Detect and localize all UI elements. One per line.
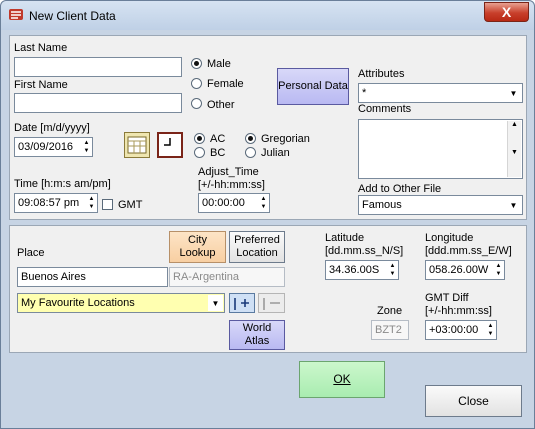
- gmt-diff-format-label: [+/-hh:mm:ss]: [425, 305, 492, 317]
- window-title: New Client Data: [29, 9, 116, 23]
- personal-data-button[interactable]: Personal Data: [277, 68, 349, 105]
- attributes-select[interactable]: * ▼: [358, 83, 523, 103]
- era-bc-label: BC: [210, 147, 226, 159]
- longitude-value: 058.26.00W: [429, 264, 489, 276]
- date-value: 03/09/2016: [18, 141, 74, 153]
- clock-icon[interactable]: [157, 132, 183, 158]
- chevron-down-icon[interactable]: ▼: [506, 197, 521, 213]
- longitude-label: Longitude: [425, 232, 474, 244]
- remove-favourite-icon[interactable]: [258, 293, 285, 313]
- first-name-input[interactable]: [14, 93, 182, 113]
- zone-label: Zone: [377, 305, 403, 317]
- gmt-label: GMT: [118, 199, 143, 211]
- region-input[interactable]: RA-Argentina: [169, 267, 285, 287]
- add-to-file-value: Famous: [362, 199, 402, 211]
- comments-scrollbar[interactable]: ▲ ▼: [507, 121, 521, 177]
- adjust-time-value: 00:00:00: [202, 197, 245, 209]
- last-name-label: Last Name: [14, 42, 68, 54]
- time-input[interactable]: 09:08:57 pm ▲ ▼: [14, 193, 98, 213]
- time-spinner-icon[interactable]: ▲ ▼: [87, 195, 96, 211]
- place-label: Place: [17, 247, 45, 259]
- preferred-location-button[interactable]: Preferred Location: [229, 231, 285, 263]
- gmt-diff-label: GMT Diff: [425, 292, 469, 304]
- longitude-format-label: [ddd.mm.ss_E/W]: [425, 245, 512, 257]
- city-lookup-button[interactable]: City Lookup: [169, 231, 226, 263]
- gender-male-label: Male: [207, 58, 231, 70]
- gender-other-label: Other: [207, 99, 235, 111]
- add-favourite-icon[interactable]: [229, 293, 255, 313]
- latitude-spinner-icon[interactable]: ▲ ▼: [388, 262, 397, 278]
- window-close-button[interactable]: X: [484, 2, 529, 22]
- attributes-label: Attributes: [358, 68, 405, 80]
- add-to-file-select[interactable]: Famous ▼: [358, 195, 523, 215]
- close-button[interactable]: Close: [425, 385, 522, 417]
- comments-textarea[interactable]: ▲ ▼: [358, 119, 523, 179]
- calendar-julian-label: Julian: [261, 147, 290, 159]
- adjust-time-format-label: [+/-hh:mm:ss]: [198, 179, 265, 191]
- world-atlas-button[interactable]: World Atlas: [229, 320, 285, 350]
- adjust-time-label: Adjust_Time: [198, 166, 259, 178]
- gmt-diff-input[interactable]: +03:00:00 ▲ ▼: [425, 320, 497, 340]
- ok-button[interactable]: OK: [299, 361, 385, 398]
- latitude-label: Latitude: [325, 232, 365, 244]
- time-value: 09:08:57 pm: [18, 197, 80, 209]
- gmt-checkbox[interactable]: [102, 199, 113, 210]
- latitude-format-label: [dd.mm.ss_N/S]: [325, 245, 404, 257]
- longitude-spinner-icon[interactable]: ▲ ▼: [494, 262, 503, 278]
- gmt-diff-value: +03:00:00: [429, 324, 479, 336]
- attributes-value: *: [362, 87, 367, 99]
- adjust-time-input[interactable]: 00:00:00 ▲ ▼: [198, 193, 270, 213]
- adjust-time-spinner-icon[interactable]: ▲ ▼: [259, 195, 268, 211]
- latitude-value: 34.36.00S: [329, 264, 380, 276]
- favourites-select[interactable]: My Favourite Locations ▼: [17, 293, 225, 313]
- gender-female-label: Female: [207, 78, 244, 90]
- last-name-input[interactable]: [14, 57, 182, 77]
- calendar-julian-radio[interactable]: [245, 147, 256, 158]
- favourites-value: My Favourite Locations: [21, 297, 135, 309]
- gmt-diff-spinner-icon[interactable]: ▲ ▼: [486, 322, 495, 338]
- date-label: Date [m/d/yyyy]: [14, 122, 90, 134]
- era-bc-radio[interactable]: [194, 147, 205, 158]
- app-icon: [9, 9, 23, 20]
- comments-label: Comments: [358, 103, 412, 115]
- zone-input[interactable]: BZT2: [371, 320, 409, 340]
- calendar-gregorian-radio[interactable]: [245, 133, 256, 144]
- chevron-down-icon[interactable]: ▼: [208, 295, 223, 311]
- title-bar[interactable]: New Client Data X: [1, 1, 534, 30]
- longitude-input[interactable]: 058.26.00W ▲ ▼: [425, 260, 505, 280]
- calendar-gregorian-label: Gregorian: [261, 133, 310, 145]
- latitude-input[interactable]: 34.36.00S ▲ ▼: [325, 260, 399, 280]
- gender-male-radio[interactable]: [191, 58, 202, 69]
- era-ac-radio[interactable]: [194, 133, 205, 144]
- add-to-file-label: Add to Other File: [358, 183, 442, 195]
- gender-other-radio[interactable]: [191, 98, 202, 109]
- calendar-icon[interactable]: [124, 132, 150, 158]
- date-input[interactable]: 03/09/2016 ▲ ▼: [14, 137, 93, 157]
- first-name-label: First Name: [14, 79, 68, 91]
- place-input[interactable]: Buenos Aires: [17, 267, 168, 287]
- era-ac-label: AC: [210, 133, 226, 145]
- date-spinner-icon[interactable]: ▲ ▼: [82, 139, 91, 155]
- chevron-down-icon[interactable]: ▼: [506, 85, 521, 101]
- gender-female-radio[interactable]: [191, 78, 202, 89]
- time-label: Time [h:m:s am/pm]: [14, 178, 111, 190]
- dialog-window: New Client Data X Last Name First Name M…: [0, 0, 535, 429]
